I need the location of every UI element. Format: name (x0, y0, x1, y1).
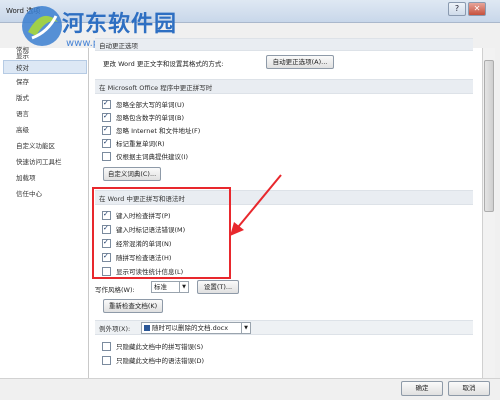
ignore-numbers-checkbox[interactable] (102, 112, 111, 122)
chevron-down-icon: ▼ (241, 323, 250, 333)
autocorrect-options-button[interactable]: 自动更正选项(A)... (266, 55, 334, 69)
ok-button[interactable]: 确定 (401, 381, 443, 396)
options-sidebar: 常规 显示 校对 保存 版式 语言 高级 自定义功能区 快速访问工具栏 加载项 … (0, 46, 89, 378)
sidebar-item-language[interactable]: 语言 (16, 108, 29, 118)
word-document-icon (144, 325, 150, 331)
highlight-box (92, 187, 231, 279)
scrollbar-thumb[interactable] (484, 60, 494, 212)
sidebar-item-trust-center[interactable]: 信任中心 (16, 188, 42, 198)
style-settings-button[interactable]: 设置(T)... (197, 280, 239, 294)
autocorrect-section-header: 自动更正选项 (95, 38, 473, 51)
writing-style-label: 写作风格(W): (95, 286, 135, 294)
hide-spelling-checkbox[interactable] (102, 341, 111, 351)
sidebar-item-display[interactable]: 显示 (16, 50, 29, 60)
option-flag-repeated[interactable]: 标记重复单词(R) (102, 138, 165, 148)
autocorrect-description: 更改 Word 更正文字和设置其格式的方式: (103, 60, 224, 68)
writing-style-select[interactable]: 标准 ▼ (151, 281, 189, 293)
ignore-internet-checkbox[interactable] (102, 125, 111, 135)
sidebar-item-quick-access[interactable]: 快速访问工具栏 (16, 156, 62, 166)
exceptions-document-select[interactable]: 随时可以删除的文档.docx ▼ (141, 322, 251, 334)
close-button[interactable]: ✕ (468, 2, 486, 16)
flag-repeated-checkbox[interactable] (102, 138, 111, 148)
highlight-arrow-icon (230, 174, 282, 236)
sidebar-item-advanced[interactable]: 高级 (16, 124, 29, 134)
custom-dictionaries-button[interactable]: 自定义词典(C)... (103, 167, 161, 181)
main-dictionary-checkbox[interactable] (102, 151, 111, 161)
sidebar-item-layout[interactable]: 版式 (16, 92, 29, 102)
option-hide-spelling-errors[interactable]: 只隐藏此文档中的拼写错误(S) (102, 341, 203, 351)
option-ignore-numbers[interactable]: 忽略包含数字的单词(B) (102, 112, 184, 122)
watermark-logo-text: 河东软件园 (62, 11, 178, 37)
hide-grammar-checkbox[interactable] (102, 355, 111, 365)
sidebar-item-proofing[interactable]: 校对 (16, 62, 29, 72)
office-proofing-section-header: 在 Microsoft Office 程序中更正拼写时 (95, 79, 473, 94)
option-ignore-internet[interactable]: 忽略 Internet 和文件地址(F) (102, 125, 200, 135)
ignore-uppercase-checkbox[interactable] (102, 99, 111, 109)
option-main-dictionary-only[interactable]: 仅根据主词典提供建议(I) (102, 151, 188, 161)
option-ignore-uppercase[interactable]: 忽略全部大写的单词(U) (102, 99, 184, 109)
option-hide-grammar-errors[interactable]: 只隐藏此文档中的语法错误(D) (102, 355, 204, 365)
sidebar-item-customize-ribbon[interactable]: 自定义功能区 (16, 140, 55, 150)
help-button[interactable]: ? (448, 2, 466, 16)
cancel-button[interactable]: 取消 (448, 381, 490, 396)
chevron-down-icon: ▼ (179, 282, 188, 292)
recheck-document-button[interactable]: 重新检查文档(K) (103, 299, 163, 313)
sidebar-item-save[interactable]: 保存 (16, 76, 29, 86)
sidebar-item-addins[interactable]: 加载项 (16, 172, 36, 182)
